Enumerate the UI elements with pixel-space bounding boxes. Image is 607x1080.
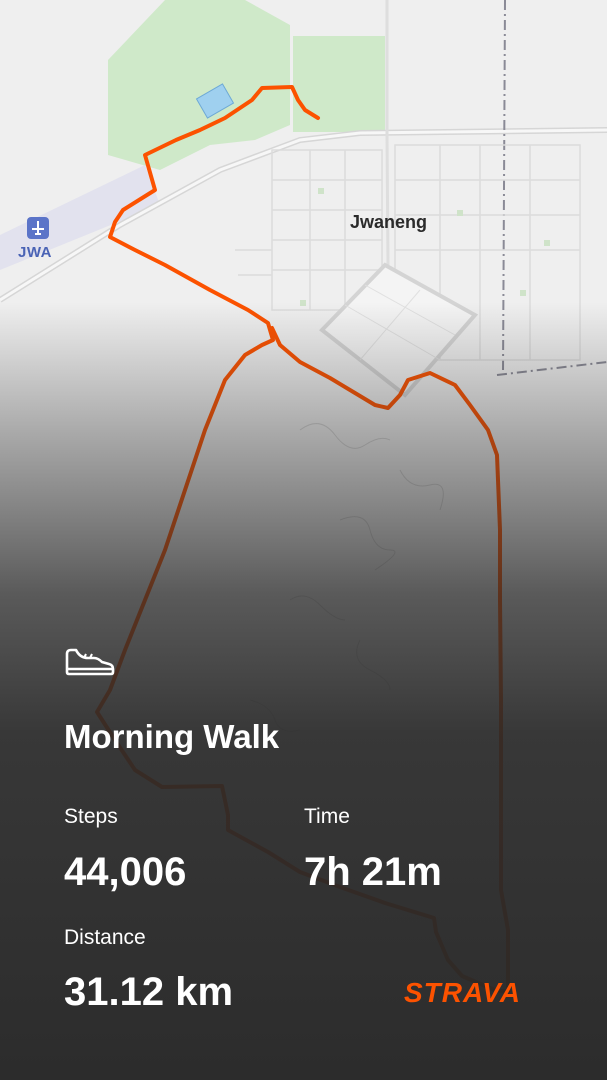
time-value: 7h 21m — [304, 850, 442, 894]
activity-title: Morning Walk — [64, 718, 280, 755]
town-label: Jwaneng — [350, 212, 428, 232]
park-area — [293, 36, 385, 132]
steps-value: 44,006 — [64, 850, 187, 894]
time-label: Time — [304, 805, 350, 828]
shoe-icon — [65, 648, 115, 676]
distance-label: Distance — [64, 926, 146, 949]
distance-value: 31.12 km — [64, 970, 234, 1014]
strava-logo: STRAVA — [404, 977, 521, 1008]
steps-label: Steps — [64, 805, 118, 828]
airport-label: JWA — [18, 244, 53, 261]
map-view — [0, 0, 607, 1080]
